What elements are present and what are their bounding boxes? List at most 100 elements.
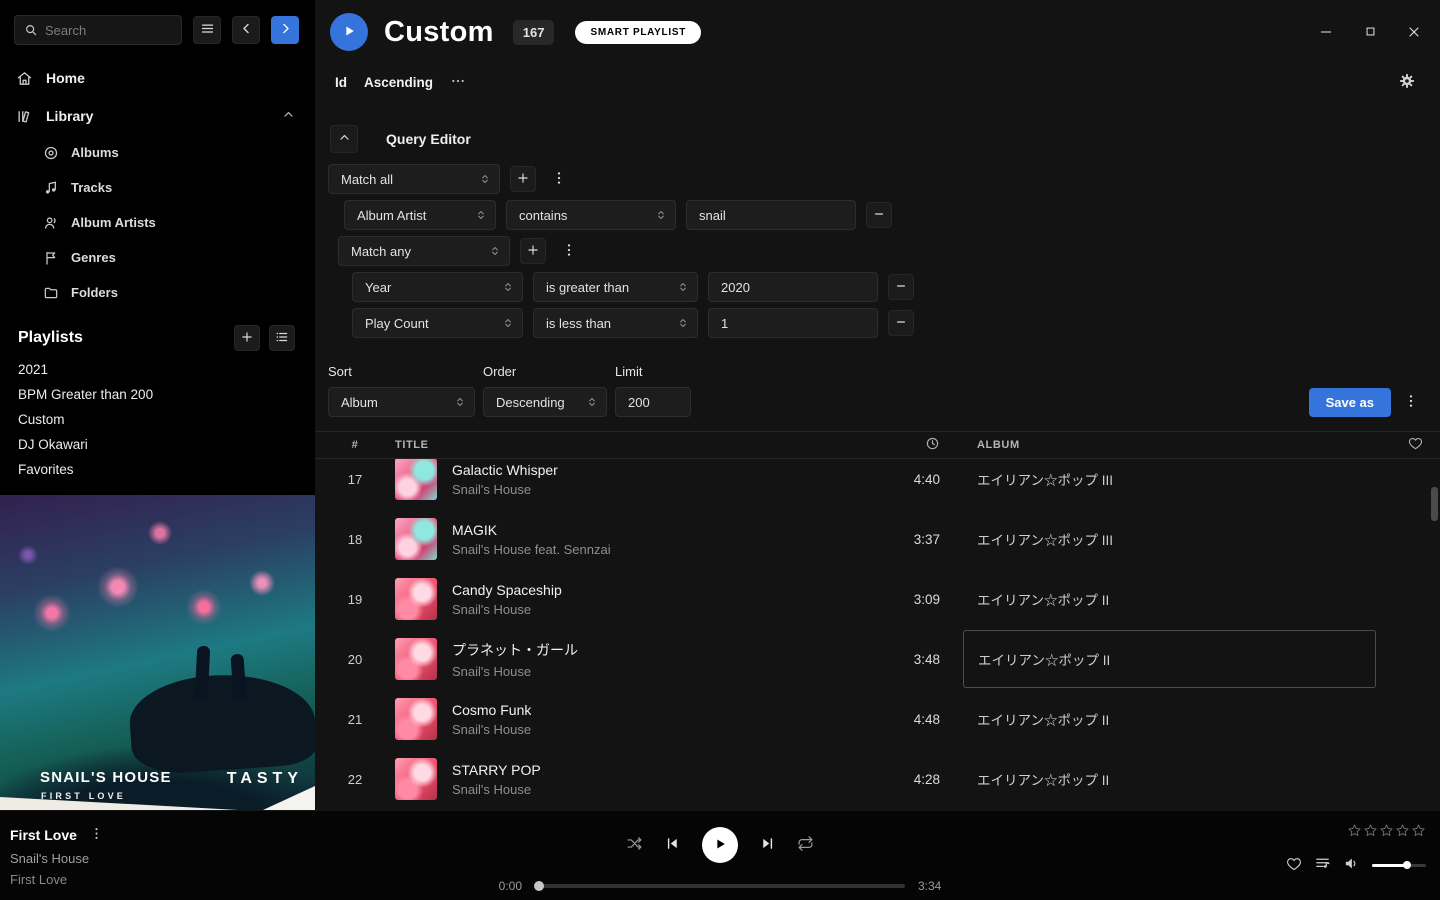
column-header-album[interactable]: ALBUM: [970, 432, 1390, 458]
table-row[interactable]: 17 Galactic Whisper Snail's House 4:40 エ…: [315, 459, 1440, 509]
play-playlist-button[interactable]: [330, 13, 368, 51]
playlist-item[interactable]: BPM Greater than 200: [0, 382, 315, 407]
nav-back-button[interactable]: [232, 16, 260, 44]
volume-slider[interactable]: [1372, 864, 1426, 867]
query-sort-section: Sort Album Order Descending Limit: [328, 364, 1440, 417]
order-select[interactable]: Descending: [483, 387, 607, 417]
nav-forward-button[interactable]: [271, 16, 299, 44]
playlist-item[interactable]: Favorites: [0, 457, 315, 482]
scrollbar-thumb[interactable]: [1431, 487, 1438, 521]
rule-field-select[interactable]: Play Count: [352, 308, 523, 338]
menu-button[interactable]: [193, 16, 221, 44]
query-rule-row: Year is greater than: [352, 272, 1440, 302]
column-header-index[interactable]: #: [315, 432, 395, 458]
rule-value-input[interactable]: [686, 200, 856, 230]
add-rule-button[interactable]: [510, 166, 536, 192]
rule-field-select[interactable]: Year: [352, 272, 523, 302]
remove-rule-button[interactable]: [888, 274, 914, 300]
rule-operator-select[interactable]: is less than: [533, 308, 698, 338]
playlist-item[interactable]: DJ Okawari: [0, 432, 315, 457]
track-album-focused[interactable]: エイリアン☆ポップ II: [963, 630, 1376, 688]
track-artwork[interactable]: [395, 698, 437, 740]
save-menu-button[interactable]: [1398, 390, 1424, 416]
star-icon[interactable]: [1347, 823, 1362, 843]
playlist-item[interactable]: 2021: [0, 357, 315, 382]
column-header-title[interactable]: TITLE: [395, 432, 870, 458]
volume-handle[interactable]: [1403, 861, 1411, 869]
star-icon[interactable]: [1379, 823, 1394, 843]
previous-button[interactable]: [664, 835, 681, 855]
close-button[interactable]: [1400, 22, 1428, 44]
sidebar-item-album-artists[interactable]: Album Artists: [0, 205, 315, 240]
search-input[interactable]: [45, 23, 172, 38]
sort-select[interactable]: Album: [328, 387, 475, 417]
remove-rule-button[interactable]: [888, 310, 914, 336]
column-header-favorite[interactable]: [1390, 432, 1440, 458]
save-as-button[interactable]: Save as: [1309, 388, 1391, 417]
search-box[interactable]: [14, 15, 182, 45]
star-icon[interactable]: [1395, 823, 1410, 843]
playlist-item[interactable]: Custom: [0, 407, 315, 432]
minimize-icon: [1318, 24, 1334, 43]
track-title: MAGIK: [452, 522, 611, 538]
maximize-button[interactable]: [1356, 22, 1384, 44]
star-icon[interactable]: [1363, 823, 1378, 843]
remove-rule-button[interactable]: [866, 202, 892, 228]
sidebar-item-genres[interactable]: Genres: [0, 240, 315, 275]
seek-handle[interactable]: [534, 881, 544, 891]
table-row[interactable]: 22 STARRY POP Snail's House 4:28 エイリアン☆ポ…: [315, 749, 1440, 809]
collapse-query-editor-button[interactable]: [330, 125, 358, 153]
table-row[interactable]: 18 MAGIK Snail's House feat. Sennzai 3:3…: [315, 509, 1440, 569]
select-value: Year: [365, 280, 391, 295]
table-row[interactable]: 21 Cosmo Funk Snail's House 4:48 エイリアン☆ポ…: [315, 689, 1440, 749]
track-menu-button[interactable]: [89, 826, 104, 844]
group-menu-button[interactable]: [556, 238, 582, 264]
volume-button[interactable]: [1343, 855, 1360, 875]
rule-group-menu-button[interactable]: [546, 166, 572, 192]
shuffle-button[interactable]: [626, 835, 643, 855]
sidebar-item-label: Library: [46, 108, 93, 124]
minimize-button[interactable]: [1312, 22, 1340, 44]
column-header-duration[interactable]: [870, 432, 970, 458]
group-match-type-select[interactable]: Match any: [338, 236, 510, 266]
limit-input[interactable]: [615, 387, 691, 417]
next-button[interactable]: [759, 835, 776, 855]
playlists-header: Playlists: [0, 310, 315, 357]
rule-operator-select[interactable]: contains: [506, 200, 676, 230]
track-artwork[interactable]: [395, 638, 437, 680]
play-pause-button[interactable]: [702, 827, 738, 863]
rule-value-input[interactable]: [708, 272, 878, 302]
playlist-options-button[interactable]: [269, 325, 295, 351]
rating-stars[interactable]: [1347, 823, 1426, 843]
track-artwork[interactable]: [395, 578, 437, 620]
sidebar-item-folders[interactable]: Folders: [0, 275, 315, 310]
sort-field-button[interactable]: Id: [335, 75, 347, 90]
sidebar-item-albums[interactable]: Albums: [0, 135, 315, 170]
add-group-rule-button[interactable]: [520, 238, 546, 264]
menu-icon: [200, 21, 215, 39]
sort-direction-button[interactable]: Ascending: [364, 75, 433, 90]
track-index: 17: [315, 472, 395, 487]
track-artwork[interactable]: [395, 518, 437, 560]
seek-slider[interactable]: [535, 884, 905, 888]
shuffle-icon: [626, 835, 643, 855]
table-row[interactable]: 20 プラネット・ガール Snail's House 3:48 エイリアン☆ポッ…: [315, 629, 1440, 689]
queue-button[interactable]: [1314, 855, 1331, 875]
rule-field-select[interactable]: Album Artist: [344, 200, 496, 230]
favorite-button[interactable]: [1286, 856, 1302, 875]
sidebar-item-tracks[interactable]: Tracks: [0, 170, 315, 205]
add-playlist-button[interactable]: [234, 325, 260, 351]
more-options-button[interactable]: [450, 73, 466, 92]
settings-button[interactable]: [1398, 72, 1416, 93]
track-artwork[interactable]: [395, 758, 437, 800]
rule-value-input[interactable]: [708, 308, 878, 338]
repeat-button[interactable]: [797, 835, 814, 855]
track-artwork[interactable]: [395, 459, 437, 500]
rule-operator-select[interactable]: is greater than: [533, 272, 698, 302]
table-row[interactable]: 19 Candy Spaceship Snail's House 3:09 エイ…: [315, 569, 1440, 629]
chevron-up-icon: [338, 131, 351, 147]
sidebar-item-library[interactable]: Library: [0, 97, 315, 135]
sidebar-item-home[interactable]: Home: [0, 59, 315, 97]
match-type-select[interactable]: Match all: [328, 164, 500, 194]
star-icon[interactable]: [1411, 823, 1426, 843]
